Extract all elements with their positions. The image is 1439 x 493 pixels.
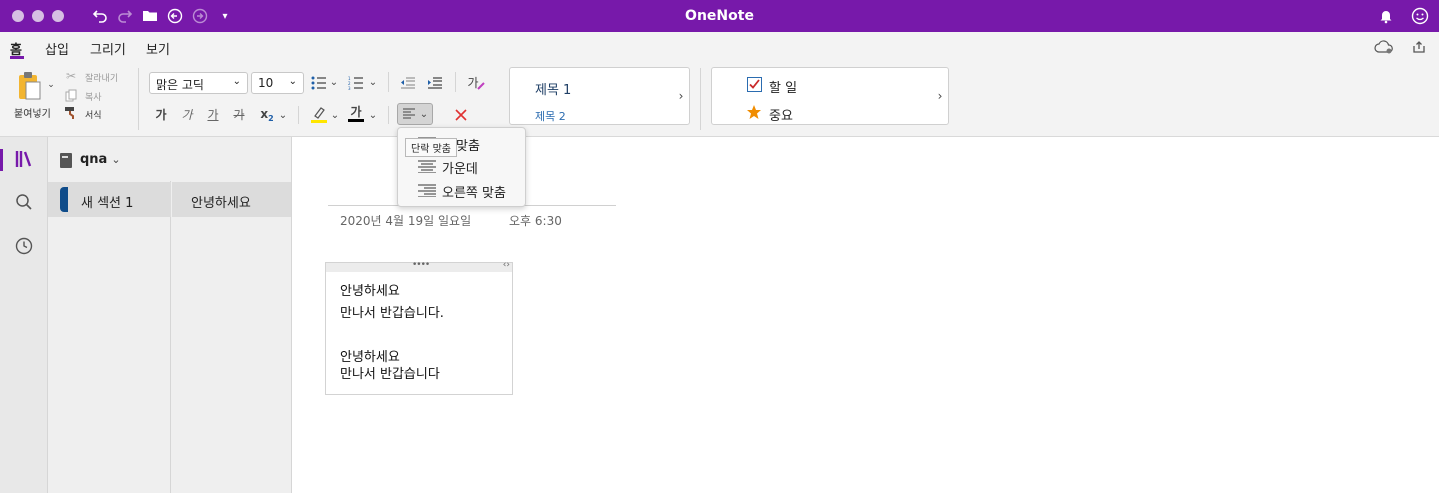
font-color-swatch (348, 119, 364, 122)
ribbon-divider (455, 72, 456, 92)
style-heading2[interactable]: 제목 2 (535, 108, 566, 124)
section-label: 새 섹션 1 (81, 196, 134, 211)
search-icon[interactable] (12, 190, 36, 214)
feedback-smiley-icon[interactable] (1410, 6, 1430, 26)
highlight-icon[interactable] (309, 105, 329, 125)
font-size-value: 10 (258, 76, 274, 90)
sync-status-icon[interactable] (1374, 39, 1394, 55)
underline-button[interactable]: 가 (205, 106, 221, 122)
todo-checkbox-icon[interactable] (746, 76, 762, 92)
tab-draw[interactable]: 그리기 (90, 39, 126, 58)
tag-todo[interactable]: 할 일 (769, 77, 797, 96)
page-item[interactable]: 안녕하세요 (172, 182, 291, 217)
copy-button[interactable]: 복사 (85, 90, 102, 103)
font-color-glyph: 가 (350, 105, 362, 119)
bold-button[interactable]: 가 (153, 106, 169, 122)
title-bar: ▾ OneNote (0, 0, 1439, 32)
resize-arrows-icon[interactable]: ‹› (503, 260, 510, 270)
align-center-label: 가운데 (442, 162, 478, 177)
subscript-chevron-icon[interactable]: ⌄ (278, 108, 288, 122)
section-color-tab (60, 187, 68, 212)
svg-text:3: 3 (348, 86, 351, 90)
subscript-glyph: x (260, 107, 269, 121)
note-line[interactable]: 만나서 반갑습니다 (340, 363, 440, 382)
ribbon-divider (138, 68, 139, 130)
font-family-value: 맑은 고딕 (156, 78, 204, 92)
font-color-chevron-icon[interactable]: ⌄ (368, 108, 378, 122)
align-right-icon (418, 184, 436, 197)
tab-view[interactable]: 보기 (146, 39, 170, 58)
numbered-list-chevron-icon[interactable]: ⌄ (368, 75, 378, 89)
rail-active-indicator (0, 149, 3, 171)
cut-icon[interactable]: ✂ (64, 69, 78, 83)
subscript-suffix: 2 (268, 113, 274, 123)
chevron-down-icon: ⌄ (288, 76, 297, 87)
page-label: 안녕하세요 (191, 196, 251, 211)
align-right-menu-item[interactable]: 오른쪽 맞춤 (398, 179, 525, 202)
drag-dots-icon: •••• (412, 260, 430, 270)
align-tooltip: 단락 맞춤 (405, 138, 457, 157)
bullet-list-icon[interactable] (309, 74, 329, 92)
paste-options-chevron-icon[interactable]: ⌄ (46, 80, 56, 90)
tab-insert[interactable]: 삽입 (45, 39, 69, 58)
share-icon[interactable] (1410, 39, 1428, 55)
strikethrough-button[interactable]: 가 (231, 106, 247, 122)
note-line[interactable]: 만나서 반갑습니다. (340, 302, 444, 321)
bullet-list-chevron-icon[interactable]: ⌄ (329, 75, 339, 89)
section-item[interactable]: 새 섹션 1 (48, 182, 171, 217)
tags-expand-chevron-icon[interactable]: › (934, 88, 946, 104)
italic-button[interactable]: 가 (179, 106, 195, 122)
ribbon-divider (388, 106, 389, 124)
numbered-list-icon[interactable]: 123 (346, 74, 366, 92)
highlight-chevron-icon[interactable]: ⌄ (330, 108, 340, 122)
increase-indent-icon[interactable] (426, 74, 444, 92)
tags-gallery[interactable]: 할 일 중요 › (711, 67, 949, 125)
navigation-rail (0, 137, 48, 493)
notebook-name[interactable]: qna (80, 152, 107, 167)
format-painter-icon[interactable] (64, 106, 78, 120)
paste-icon[interactable] (14, 70, 46, 102)
page-date: 2020년 4월 19일 일요일 (340, 214, 472, 228)
delete-icon[interactable] (452, 106, 470, 124)
font-size-select[interactable]: 10 ⌄ (251, 72, 304, 94)
format-painter-button[interactable]: 서식 (85, 108, 102, 121)
recent-clock-icon[interactable] (12, 234, 36, 258)
ribbon-divider (700, 68, 701, 130)
notebook-icon (58, 151, 74, 169)
note-container[interactable]: •••• ‹› 안녕하세요 만나서 반갑습니다. 안녕하세요 만나서 반갑습니다 (325, 260, 513, 395)
tag-important[interactable]: 중요 (769, 105, 793, 124)
chevron-down-icon: ⌄ (232, 76, 241, 87)
sections-list (48, 181, 171, 493)
notebook-chevron-down-icon[interactable]: ⌄ (110, 152, 122, 166)
notification-bell-icon[interactable] (1376, 6, 1396, 26)
cut-button[interactable]: 잘라내기 (85, 71, 118, 84)
notebooks-icon[interactable] (12, 147, 36, 171)
ribbon-divider (388, 72, 389, 92)
align-center-menu-item[interactable]: 가운데 (398, 155, 525, 178)
font-color-icon[interactable]: 가 (346, 104, 366, 124)
important-star-icon[interactable] (746, 104, 762, 120)
note-line[interactable]: 안녕하세요 (340, 280, 400, 299)
ribbon-home: ⌄ 붙여넣기 ✂ 잘라내기 복사 서식 맑은 고딕 ⌄ 10 ⌄ ⌄ 123 ⌄… (0, 62, 1439, 137)
ribbon-tabs: 홈 삽입 그리기 보기 (0, 32, 1439, 62)
paragraph-align-button[interactable]: ⌄ (397, 103, 433, 125)
note-drag-handle[interactable]: •••• ‹› (326, 260, 512, 272)
paste-button-label[interactable]: 붙여넣기 (14, 105, 51, 120)
page-time: 오후 6:30 (509, 214, 562, 228)
clear-formatting-icon[interactable]: 가 (466, 72, 486, 92)
styles-gallery[interactable]: 제목 1 제목 2 › (509, 67, 690, 125)
chevron-down-icon: ⌄ (419, 108, 429, 120)
app-title: OneNote (685, 8, 754, 24)
style-heading1[interactable]: 제목 1 (535, 79, 571, 98)
ribbon-divider (298, 106, 299, 124)
decrease-indent-icon[interactable] (399, 74, 417, 92)
align-center-icon (418, 160, 436, 173)
styles-expand-chevron-icon[interactable]: › (675, 88, 687, 104)
align-right-label: 오른쪽 맞춤 (442, 186, 506, 201)
active-tab-indicator (10, 56, 24, 59)
subscript-button[interactable]: x2 (258, 106, 276, 123)
copy-icon[interactable] (64, 88, 78, 102)
align-left-label: 맞춤 (456, 139, 480, 154)
font-family-select[interactable]: 맑은 고딕 ⌄ (149, 72, 248, 94)
